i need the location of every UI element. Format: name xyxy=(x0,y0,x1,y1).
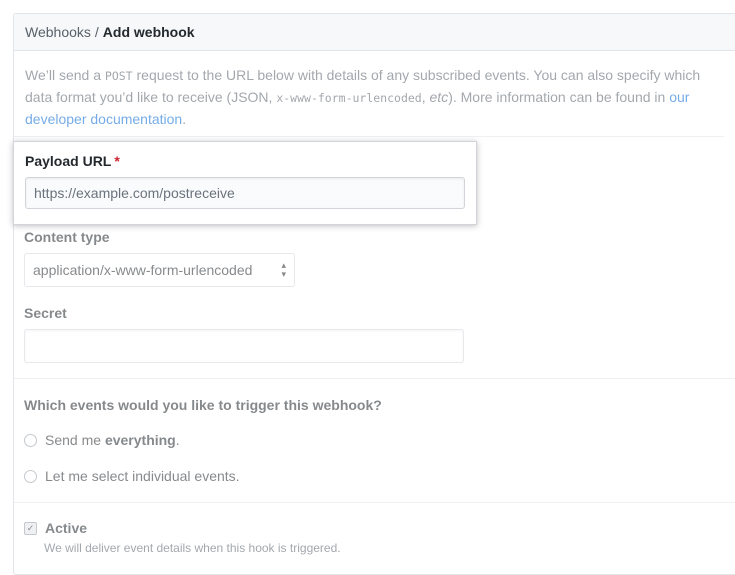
active-label: Active xyxy=(45,520,88,536)
intro-emphasis: etc xyxy=(429,89,449,105)
radio-label-text: Send me xyxy=(45,432,105,448)
intro-text-part: . xyxy=(182,111,187,127)
intro-code-urlencoded: x-www-form-urlencoded xyxy=(276,91,422,105)
breadcrumb-current: Add webhook xyxy=(102,24,195,40)
required-marker: * xyxy=(114,153,120,169)
radio-send-everything-label: Send me everything. xyxy=(45,432,180,448)
payload-url-input[interactable] xyxy=(25,177,465,209)
payload-url-label: Payload URL * xyxy=(25,153,120,169)
payload-url-label-text: Payload URL xyxy=(25,153,112,169)
intro-text: We’ll send a POST request to the URL bel… xyxy=(14,51,724,137)
radio-select-individual-label: Let me select individual events. xyxy=(45,468,240,484)
breadcrumb-separator: / xyxy=(94,24,99,40)
radio-label-bold: everything xyxy=(104,432,176,448)
radio-button-icon[interactable] xyxy=(24,433,37,447)
active-note: We will deliver event details when this … xyxy=(44,541,341,555)
select-arrows-icon: ▴ ▾ xyxy=(281,260,286,279)
intro-code-post: POST xyxy=(104,69,133,83)
intro-text-part: ). More information can be found in xyxy=(448,89,670,105)
secret-label: Secret xyxy=(24,305,67,321)
breadcrumb: Webhooks / Add webhook xyxy=(14,14,735,51)
radio-label-text: . xyxy=(175,432,180,448)
breadcrumb-parent[interactable]: Webhooks xyxy=(25,24,91,40)
checkmark-icon[interactable]: ✓ xyxy=(24,521,37,535)
radio-select-individual[interactable]: Let me select individual events. xyxy=(24,468,240,484)
section-divider xyxy=(14,502,735,503)
secret-input[interactable] xyxy=(24,329,464,363)
payload-url-highlight: Payload URL * xyxy=(13,141,477,225)
radio-send-everything[interactable]: Send me everything. xyxy=(24,432,180,448)
content-type-label: Content type xyxy=(24,229,110,245)
content-type-select[interactable]: application/x-www-form-urlencoded ▴ ▾ xyxy=(24,253,295,287)
intro-text-part: We’ll send a xyxy=(25,67,105,83)
intro-text-part: , xyxy=(421,89,430,105)
webhook-form-panel: Webhooks / Add webhook We’ll send a POST… xyxy=(13,13,735,575)
events-title: Which events would you like to trigger t… xyxy=(24,397,382,413)
content-type-selected: application/x-www-form-urlencoded xyxy=(33,262,253,278)
radio-button-icon[interactable] xyxy=(24,469,37,483)
active-checkbox-row[interactable]: ✓ Active xyxy=(24,520,87,536)
section-divider xyxy=(14,378,735,379)
